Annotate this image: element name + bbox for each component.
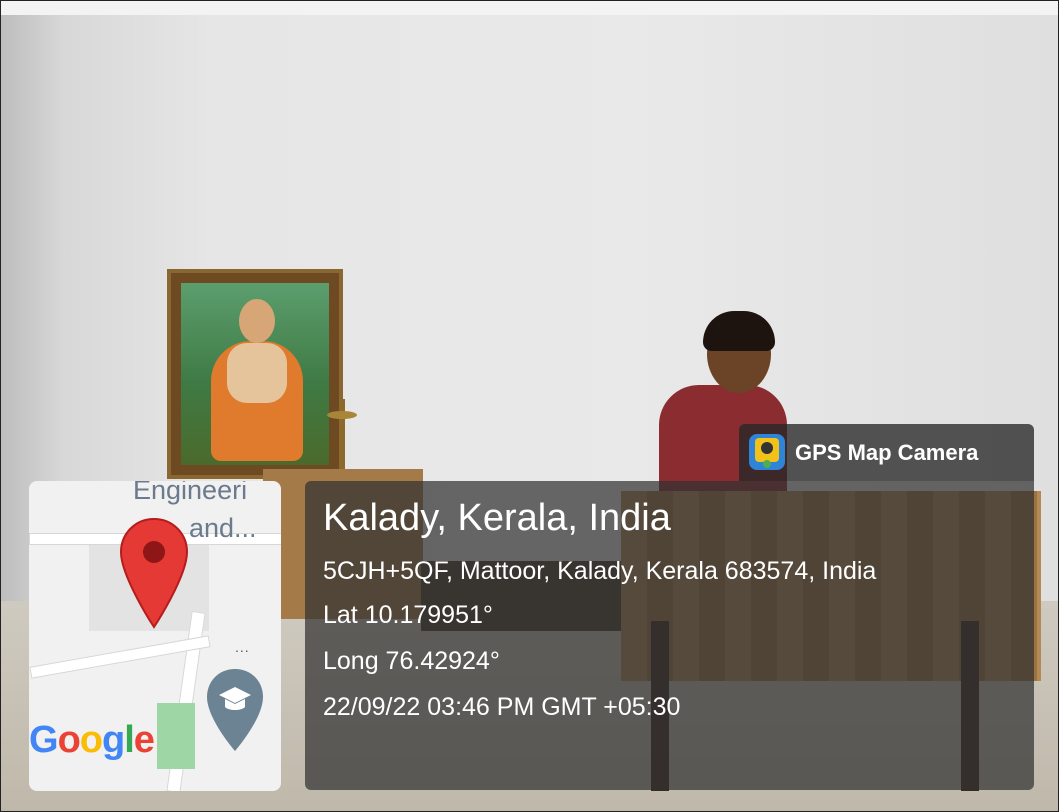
portrait-head: [239, 299, 275, 343]
google-letter: o: [57, 719, 81, 761]
app-icon-pin: [763, 460, 771, 468]
timestamp: 22/09/22 03:46 PM GMT +05:30: [323, 693, 681, 721]
google-logo: Google: [29, 719, 155, 762]
top-band: [1, 1, 1058, 15]
map-more-dots: ...: [235, 639, 250, 655]
map-place-label-2: and...: [189, 513, 257, 543]
photo-frame: Engineeri and... ... Google GPS Map Came…: [0, 0, 1059, 812]
google-letter: G: [29, 719, 59, 761]
gps-map-camera-badge: GPS Map Camera: [739, 424, 1034, 481]
location-address: 5CJH+5QF, Mattoor, Kalady, Kerala 683574…: [323, 557, 877, 585]
graduation-cap-icon: [207, 669, 263, 751]
latitude: Lat 10.179951°: [323, 601, 493, 629]
map-park: [157, 703, 195, 769]
location-info-panel: Kalady, Kerala, India 5CJH+5QF, Mattoor,…: [305, 481, 1034, 790]
google-letter: l: [124, 719, 135, 761]
google-letter: o: [79, 719, 103, 761]
location-title: Kalady, Kerala, India: [323, 497, 671, 539]
longitude: Long 76.42924°: [323, 647, 500, 675]
app-icon-lens: [761, 442, 773, 454]
location-pin-icon: [119, 517, 189, 629]
map-place-label: Engineeri: [133, 481, 248, 505]
portrait-figure: [227, 343, 287, 403]
google-letter: g: [102, 719, 125, 761]
portrait-painting: [181, 283, 329, 465]
app-name: GPS Map Camera: [795, 440, 979, 465]
framed-portrait: [167, 269, 343, 479]
gps-map-camera-app-icon: [749, 434, 785, 470]
map-thumbnail[interactable]: Engineeri and... ... Google: [29, 481, 281, 791]
google-letter: e: [133, 719, 155, 761]
lamp-dish: [327, 411, 357, 419]
